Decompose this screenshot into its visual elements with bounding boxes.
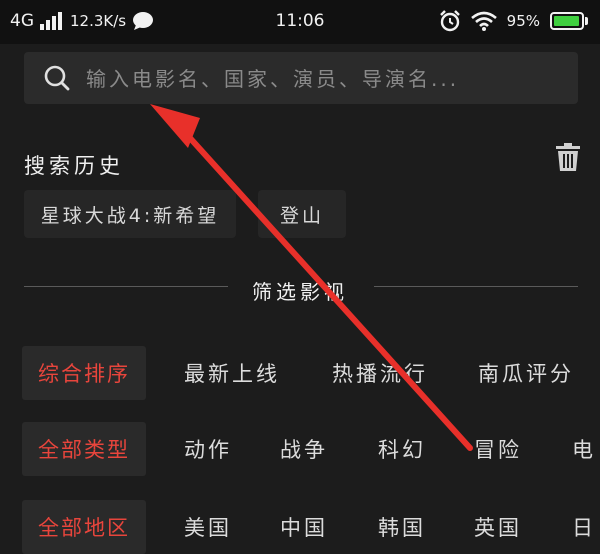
filter-head-type[interactable]: 全部类型 <box>22 422 146 476</box>
status-bar: 4G 12.3K/s 11:06 95% <box>0 0 600 44</box>
history-chip[interactable]: 星球大战4:新希望 <box>24 190 236 238</box>
filter-option[interactable]: 电视 <box>572 422 600 476</box>
trash-icon[interactable] <box>556 143 580 171</box>
filter-option[interactable]: 英国 <box>474 500 522 554</box>
filter-option[interactable]: 战争 <box>280 422 328 476</box>
battery-percent: 95% <box>506 12 540 30</box>
filter-option[interactable]: 动作 <box>184 422 232 476</box>
search-bar[interactable] <box>24 52 578 104</box>
filter-option[interactable]: 美国 <box>184 500 232 554</box>
filter-row-sort: 综合排序 最新上线 热播流行 南瓜评分 <box>0 346 600 400</box>
status-right: 95% <box>439 10 588 32</box>
filter-option[interactable]: 科幻 <box>378 422 426 476</box>
filter-row-type: 全部类型 动作 战争 科幻 冒险 电视 <box>0 422 600 476</box>
wifi-icon <box>470 11 497 31</box>
search-icon[interactable] <box>44 65 70 91</box>
search-history-title: 搜索历史 <box>24 154 124 178</box>
filter-option[interactable]: 最新上线 <box>184 346 280 400</box>
alarm-icon <box>439 10 460 32</box>
filter-option[interactable]: 南瓜评分 <box>478 346 574 400</box>
filter-option[interactable]: 中国 <box>280 500 328 554</box>
filter-option[interactable]: 冒险 <box>474 422 522 476</box>
filter-option[interactable]: 韩国 <box>378 500 426 554</box>
battery-icon <box>550 12 588 30</box>
history-chip[interactable]: 登山 <box>258 190 346 238</box>
filter-title: 筛选影视 <box>252 280 348 304</box>
filter-head-sort[interactable]: 综合排序 <box>22 346 146 400</box>
filter-head-region[interactable]: 全部地区 <box>22 500 146 554</box>
battery-level-fill <box>554 16 579 26</box>
filter-option[interactable]: 热播流行 <box>332 346 428 400</box>
search-input[interactable] <box>84 63 568 95</box>
filter-option[interactable]: 日本 <box>572 500 600 554</box>
filter-row-region: 全部地区 美国 中国 韩国 英国 日本 <box>0 500 600 554</box>
